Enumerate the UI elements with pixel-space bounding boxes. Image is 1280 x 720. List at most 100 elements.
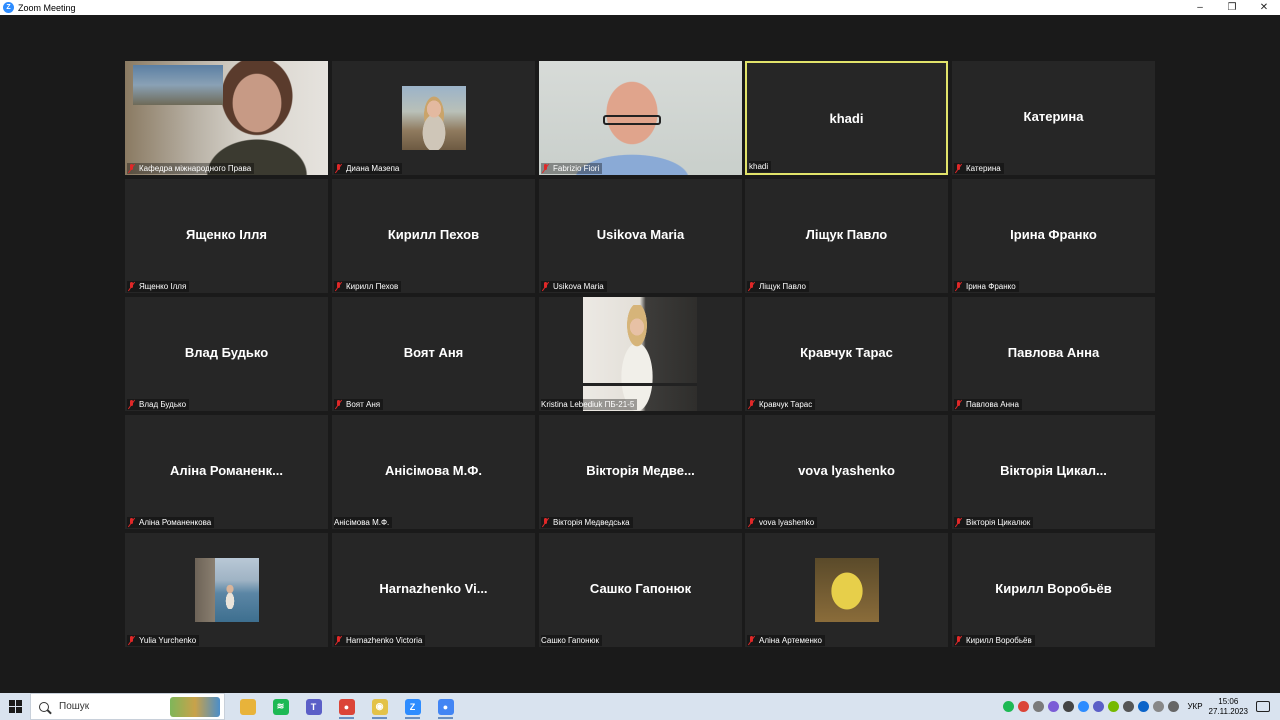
bluetooth-tray-icon[interactable] xyxy=(1138,701,1150,712)
participant-tile[interactable]: Кафедра міжнародного Права xyxy=(125,61,328,175)
participant-name: Аліна Артеменко xyxy=(759,636,822,645)
usb-tray-icon[interactable] xyxy=(1063,701,1075,712)
taskbar-app[interactable]: ● xyxy=(429,693,462,720)
participant-name: Кирилл Воробьёв xyxy=(966,636,1032,645)
mic-muted-icon xyxy=(747,518,756,527)
profile-person xyxy=(223,583,237,609)
participant-tile[interactable]: Kristina Lebediuk ПБ-21-5 xyxy=(539,297,742,411)
participant-name: Кирилл Пехов xyxy=(346,282,399,291)
participant-tile[interactable]: Аліна Романенк... Аліна Романенкова xyxy=(125,415,328,529)
participant-tile[interactable]: Павлова Анна Павлова Анна xyxy=(952,297,1155,411)
participant-name-label: Кирилл Воробьёв xyxy=(954,635,1035,646)
mic-muted-icon xyxy=(954,636,963,645)
mic-muted-icon xyxy=(127,518,136,527)
participant-tile[interactable]: Yulia Yurchenko xyxy=(125,533,328,647)
minimize-button[interactable]: – xyxy=(1184,0,1216,15)
participant-tile[interactable]: Usikova Maria Usikova Maria xyxy=(539,179,742,293)
participant-tile[interactable]: Кирилл Воробьёв Кирилл Воробьёв xyxy=(952,533,1155,647)
participant-tile[interactable]: Кирилл Пехов Кирилл Пехов xyxy=(332,179,535,293)
taskbar-app[interactable]: T xyxy=(297,693,330,720)
participant-tile[interactable]: Ліщук Павло Ліщук Павло xyxy=(745,179,948,293)
participant-display-name: vova lyashenko xyxy=(798,463,895,478)
window-controls: – ❐ ✕ xyxy=(1184,0,1280,15)
language-indicator[interactable]: УКР xyxy=(1187,702,1202,711)
participant-display-name: Воят Аня xyxy=(403,345,464,360)
participant-tile[interactable]: khadi khadi xyxy=(745,61,948,175)
taskbar-app[interactable]: Z xyxy=(396,693,429,720)
chrome-tray-icon[interactable] xyxy=(1018,701,1030,712)
taskbar-app[interactable]: ◉ xyxy=(363,693,396,720)
zoom-tray-icon[interactable] xyxy=(1078,701,1090,712)
participant-tile[interactable]: vova lyashenko vova lyashenko xyxy=(745,415,948,529)
taskbar-app[interactable]: ≋ xyxy=(264,693,297,720)
participant-tile[interactable]: Воят Аня Воят Аня xyxy=(332,297,535,411)
participant-display-name: khadi xyxy=(829,111,864,126)
nvidia-tray-icon[interactable] xyxy=(1108,701,1120,712)
participant-name: Yulia Yurchenko xyxy=(139,636,197,645)
participant-name: Кафедра міжнародного Права xyxy=(139,164,252,173)
participant-name-label: Диана Мазепа xyxy=(334,163,403,174)
participant-name-label: Ірина Франко xyxy=(954,281,1019,292)
pinned-apps: ≋ T ● ◉ Z ● xyxy=(231,693,462,720)
mic-muted-icon xyxy=(127,282,136,291)
taskbar-app[interactable] xyxy=(231,693,264,720)
participant-display-name: Кирилл Воробьёв xyxy=(995,581,1112,596)
taskbar-search[interactable]: Пошук xyxy=(30,693,225,720)
clock-date: 27.11.2023 xyxy=(1208,706,1248,716)
notification-icon[interactable] xyxy=(1256,701,1270,712)
mic-muted-icon xyxy=(954,282,963,291)
viber-tray-icon[interactable] xyxy=(1048,701,1060,712)
window-title: Zoom Meeting xyxy=(18,2,76,13)
participant-tile[interactable]: Влад Будько Влад Будько xyxy=(125,297,328,411)
windows-icon xyxy=(8,700,22,713)
participant-name: Ліщук Павло xyxy=(759,282,806,291)
teams-tray-icon[interactable] xyxy=(1093,701,1105,712)
participant-name-label: Harnazhenko Victoria xyxy=(334,635,426,646)
participant-name-label: Ліщук Павло xyxy=(747,281,809,292)
start-button[interactable] xyxy=(0,693,30,720)
mic-muted-icon xyxy=(127,400,136,409)
taskbar-app[interactable]: ● xyxy=(330,693,363,720)
participant-tile[interactable]: Ірина Франко Ірина Франко xyxy=(952,179,1155,293)
mic-muted-icon xyxy=(541,518,550,527)
restore-button[interactable]: ❐ xyxy=(1216,0,1248,15)
search-icon xyxy=(39,701,49,712)
mic-muted-icon xyxy=(541,282,550,291)
participant-tile[interactable]: Harnazhenko Vi... Harnazhenko Victoria xyxy=(332,533,535,647)
participant-tile[interactable]: Ященко Ілля Ященко Ілля xyxy=(125,179,328,293)
spotify-tray-icon[interactable] xyxy=(1003,701,1015,712)
participant-name-label: Fabrizio Fiori xyxy=(541,163,603,174)
participant-display-name: Usikova Maria xyxy=(596,227,685,242)
participant-name: vova lyashenko xyxy=(759,518,815,527)
wifi-tray-icon[interactable] xyxy=(1153,701,1165,712)
clock[interactable]: 15:06 27.11.2023 xyxy=(1209,697,1248,717)
participant-display-name: Harnazhenko Vi... xyxy=(379,581,488,596)
participant-name: Влад Будько xyxy=(139,400,187,409)
participant-tile[interactable]: Катерина Катерина xyxy=(952,61,1155,175)
gallery-view: Кафедра міжнародного Права Диана Мазепа Fa… xyxy=(0,15,1280,693)
participant-name-label: Yulia Yurchenko xyxy=(127,635,200,646)
participant-tile[interactable]: Fabrizio Fiori xyxy=(539,61,742,175)
participant-name: Диана Мазепа xyxy=(346,164,400,173)
participant-tile[interactable]: Диана Мазепа xyxy=(332,61,535,175)
participant-name-label: Кирилл Пехов xyxy=(334,281,402,292)
participant-tile[interactable]: Сашко Гапонюк Сашко Гапонюк xyxy=(539,533,742,647)
cloud-tray-icon[interactable] xyxy=(1033,701,1045,712)
participant-tile[interactable]: Анісімова М.Ф. Анісімова М.Ф. xyxy=(332,415,535,529)
mic-muted-icon xyxy=(334,636,343,645)
participant-display-name: Сашко Гапонюк xyxy=(589,581,692,596)
battery-tray-icon[interactable] xyxy=(1123,701,1135,712)
close-button[interactable]: ✕ xyxy=(1248,0,1280,15)
participant-name: Usikova Maria xyxy=(553,282,604,291)
volume-tray-icon[interactable] xyxy=(1168,701,1180,712)
participant-tile[interactable]: Аліна Артеменко xyxy=(745,533,948,647)
zoom-icon: Z xyxy=(404,698,421,715)
app-face-icon: ◉ xyxy=(371,698,388,715)
participant-tile[interactable]: Кравчук Тарас Кравчук Тарас xyxy=(745,297,948,411)
participant-tile[interactable]: Вікторія Цикал... Вікторія Цикалюк xyxy=(952,415,1155,529)
mic-muted-icon xyxy=(127,636,136,645)
participant-name-label: Анісімова М.Ф. xyxy=(334,517,393,528)
participant-tile[interactable]: Вікторія Медве... Вікторія Медведська xyxy=(539,415,742,529)
profile-character xyxy=(821,561,873,619)
mic-muted-icon xyxy=(127,164,136,173)
